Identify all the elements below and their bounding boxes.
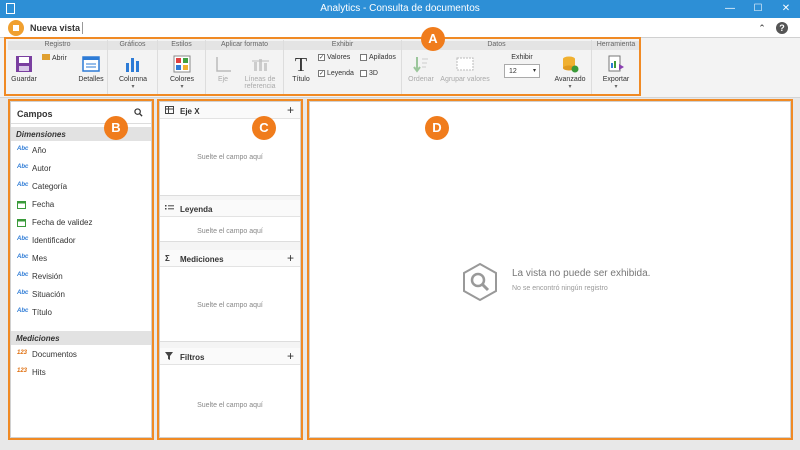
callout-badge-b: B (104, 116, 128, 140)
view-name[interactable]: Nueva vista (30, 23, 80, 33)
callout-frame-d (307, 99, 793, 440)
collapse-ribbon-icon[interactable]: ⌃ (756, 22, 768, 34)
window-controls: — ☐ ✕ (716, 0, 800, 18)
callout-frame-c (157, 99, 303, 440)
tab-divider (82, 22, 83, 34)
maximize-button[interactable]: ☐ (744, 0, 772, 18)
help-icon[interactable]: ? (776, 22, 788, 34)
window-titlebar: Analytics - Consulta de documentos — ☐ ✕ (0, 0, 800, 18)
callout-frame-b (8, 99, 154, 440)
callout-badge-a: A (421, 27, 445, 51)
window-title: Analytics - Consulta de documentos (320, 3, 480, 14)
callout-badge-c: C (252, 116, 276, 140)
minimize-button[interactable]: — (716, 0, 744, 18)
callout-frame-a (4, 37, 641, 96)
close-button[interactable]: ✕ (772, 0, 800, 18)
view-tabbar: Nueva vista ⌃ ? (0, 18, 800, 38)
analytics-logo-icon (8, 20, 24, 36)
callout-badge-d: D (425, 116, 449, 140)
